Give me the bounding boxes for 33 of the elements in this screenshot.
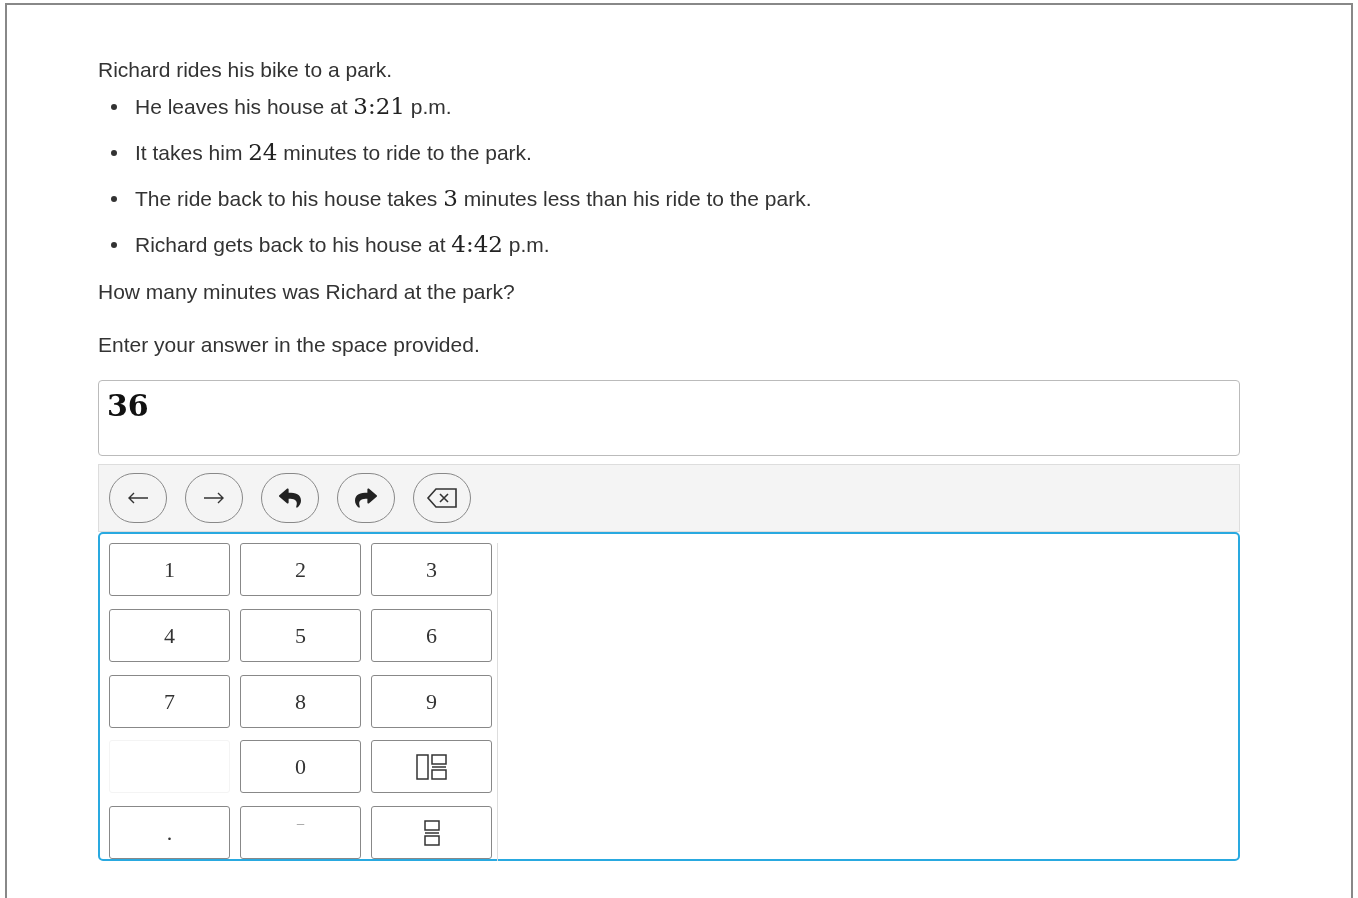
left-arrow-icon <box>127 492 149 504</box>
keypad-key[interactable]: 7 <box>109 674 230 728</box>
redo-icon <box>355 487 377 509</box>
right-arrow-icon <box>203 492 225 504</box>
fraction-icon <box>423 819 440 846</box>
keypad-key[interactable]: 0 <box>240 740 361 794</box>
keypad-key[interactable]: 5 <box>240 608 361 662</box>
mixed-number-icon <box>415 753 448 780</box>
undo-button[interactable] <box>261 473 319 523</box>
backspace-icon <box>426 487 458 509</box>
question-intro: Richard rides his bike to a park. <box>98 57 394 83</box>
right-button[interactable] <box>185 473 243 523</box>
mixed-number-key[interactable] <box>371 740 492 794</box>
keypad-key[interactable]: 6 <box>371 608 492 662</box>
keypad-key[interactable]: 4 <box>109 608 230 662</box>
question-prompt: How many minutes was Richard at the park? <box>98 279 516 305</box>
bullet-text: Richard gets back to his house at 4:42 p.m. <box>135 230 550 259</box>
keypad-key[interactable]: 8 <box>240 674 361 728</box>
redo-button[interactable] <box>337 473 395 523</box>
keypad-key[interactable]: . <box>109 806 230 860</box>
keypad-key[interactable]: 3 <box>371 543 492 596</box>
bullet-text: The ride back to his house takes 3 minutes less than his ride to the park. <box>135 184 812 213</box>
keypad-key[interactable]: 2 <box>240 543 361 596</box>
answer-field[interactable]: 36 <box>98 380 1240 456</box>
bullet-text: It takes him 24 minutes to ride to the park. <box>135 138 532 167</box>
fraction-key[interactable] <box>371 806 492 860</box>
left-button[interactable] <box>109 473 167 523</box>
bullet-text: He leaves his house at 3:21 p.m. <box>135 92 452 121</box>
undo-icon <box>279 487 301 509</box>
keypad-key[interactable]: 9 <box>371 674 492 728</box>
keypad-key[interactable]: 1 <box>109 543 230 596</box>
backspace-button[interactable] <box>413 473 471 523</box>
answer-instruction: Enter your answer in the space provided. <box>98 332 481 358</box>
